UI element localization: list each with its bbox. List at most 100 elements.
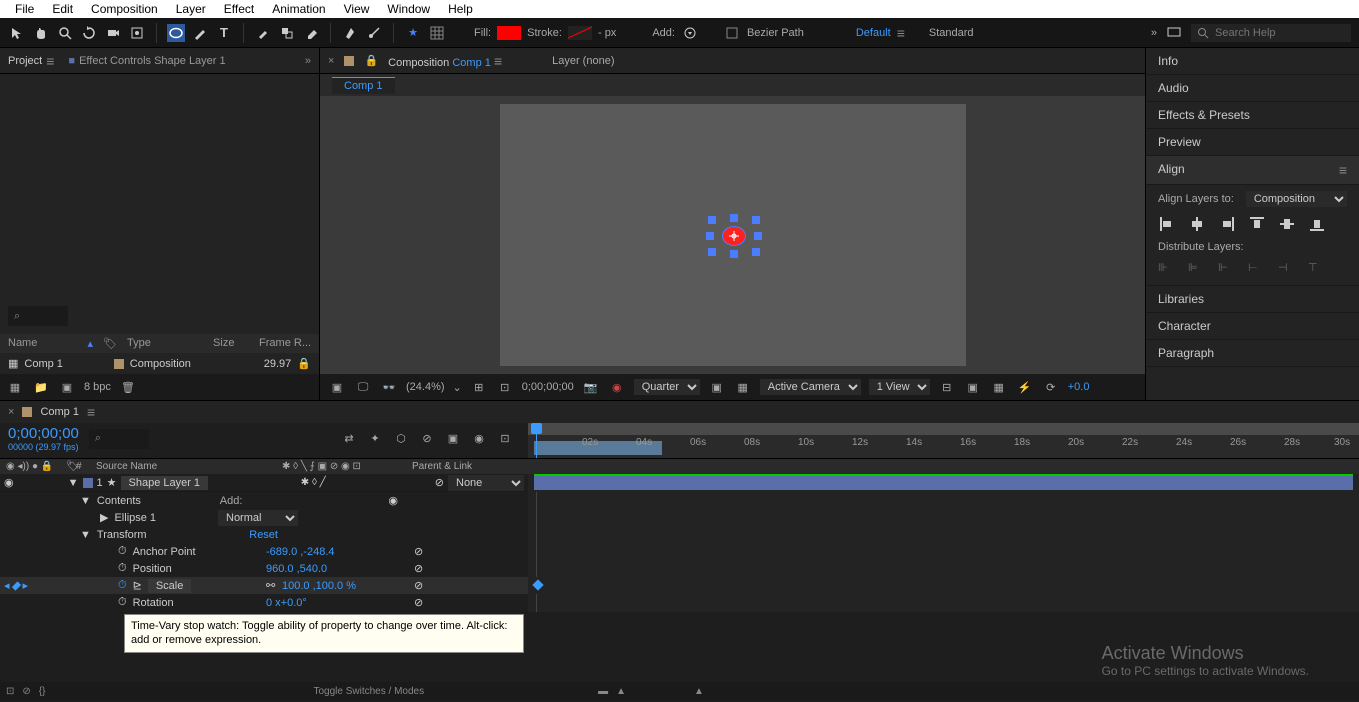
parent-pickwhip-icon[interactable]: ⊘ bbox=[435, 476, 444, 489]
roto-tool-icon[interactable] bbox=[341, 24, 359, 42]
new-comp-icon[interactable]: ▣ bbox=[58, 378, 76, 396]
anchor-value[interactable]: -689.0 ,-248.4 bbox=[266, 546, 335, 558]
viewer-opt-icon[interactable]: ⊟ bbox=[938, 378, 956, 396]
views-select[interactable]: 1 View bbox=[869, 379, 930, 395]
playhead[interactable] bbox=[536, 423, 537, 458]
rotate-tool-icon[interactable] bbox=[80, 24, 98, 42]
overflow-icon[interactable]: » bbox=[1151, 27, 1157, 39]
refresh-icon[interactable]: ⟳ bbox=[1042, 378, 1060, 396]
tl-icon-5[interactable]: ▣ bbox=[444, 430, 462, 448]
channels-icon[interactable]: ◉ bbox=[608, 378, 626, 396]
twirl-right-icon[interactable]: ▶ bbox=[100, 511, 108, 524]
twirl-down-icon[interactable]: ▼ bbox=[80, 529, 91, 541]
panel-character[interactable]: Character bbox=[1146, 313, 1359, 340]
menu-animation[interactable]: Animation bbox=[263, 2, 334, 16]
twirl-down-icon[interactable]: ▼ bbox=[80, 495, 91, 507]
region-icon[interactable]: ▣ bbox=[708, 378, 726, 396]
grid-overlay-icon[interactable]: ⊞ bbox=[470, 378, 488, 396]
interpret-footage-icon[interactable]: ▦ bbox=[6, 378, 24, 396]
reset-link[interactable]: Reset bbox=[249, 529, 278, 541]
stroke-px[interactable]: - px bbox=[598, 27, 616, 39]
layer-row-1[interactable]: ◉ ▼ 1 ★ Shape Layer 1 ✱ ◊ ╱ ⊘ None bbox=[0, 474, 1359, 492]
prev-keyframe-icon[interactable]: ◂ bbox=[4, 579, 10, 592]
current-timecode[interactable]: 0;00;00;00 bbox=[8, 425, 79, 442]
expression-pickwhip-icon[interactable]: ⊘ bbox=[414, 596, 423, 609]
layer-name[interactable]: Shape Layer 1 bbox=[121, 476, 209, 490]
keyframe-marker[interactable] bbox=[532, 579, 543, 590]
effect-controls-tab[interactable]: ■ Effect Controls Shape Layer 1 bbox=[68, 55, 225, 67]
anchor-point-prop[interactable]: Anchor Point bbox=[133, 546, 196, 558]
panel-preview[interactable]: Preview bbox=[1146, 129, 1359, 156]
menu-file[interactable]: File bbox=[6, 2, 43, 16]
clone-tool-icon[interactable] bbox=[278, 24, 296, 42]
layout-standard[interactable]: Standard bbox=[929, 27, 974, 39]
tl-footer-icon-1[interactable]: ⊡ bbox=[6, 686, 14, 697]
align-hcenter-icon[interactable] bbox=[1188, 215, 1206, 233]
new-folder-icon[interactable]: 📁 bbox=[32, 378, 50, 396]
guides-icon[interactable]: ⊡ bbox=[496, 378, 514, 396]
zoom-dropdown-icon[interactable]: ⌄ bbox=[453, 381, 462, 394]
stroke-swatch[interactable] bbox=[568, 26, 592, 40]
timeline-tab-menu-icon[interactable]: ≡ bbox=[87, 404, 95, 420]
align-bottom-icon[interactable] bbox=[1308, 215, 1326, 233]
camera-select[interactable]: Active Camera bbox=[760, 379, 861, 395]
toggle-switches-button[interactable]: Toggle Switches / Modes bbox=[313, 686, 424, 697]
position-prop[interactable]: Position bbox=[133, 563, 172, 575]
align-menu-icon[interactable]: ≡ bbox=[1339, 162, 1347, 178]
snapshot-icon[interactable]: 📷 bbox=[582, 378, 600, 396]
selected-shape[interactable] bbox=[708, 216, 760, 256]
viewer-time[interactable]: 0;00;00;00 bbox=[522, 381, 574, 393]
expression-pickwhip-icon[interactable]: ⊘ bbox=[414, 562, 423, 575]
blend-mode-select[interactable]: Normal bbox=[218, 510, 298, 526]
layer-duration-bar[interactable] bbox=[534, 476, 1353, 490]
panel-audio[interactable]: Audio bbox=[1146, 75, 1359, 102]
menu-help[interactable]: Help bbox=[439, 2, 482, 16]
ellipse-shape[interactable] bbox=[722, 226, 746, 246]
composition-canvas[interactable] bbox=[500, 104, 966, 366]
selection-tool-icon[interactable] bbox=[8, 24, 26, 42]
viewer-subtab-comp1[interactable]: Comp 1 bbox=[332, 77, 395, 94]
position-value[interactable]: 960.0 ,540.0 bbox=[266, 563, 327, 575]
timeline-search[interactable] bbox=[89, 429, 149, 449]
add-menu-icon[interactable] bbox=[681, 24, 699, 42]
tl-icon-4[interactable]: ⊘ bbox=[418, 430, 436, 448]
zoom-in-icon[interactable]: ▲ bbox=[694, 686, 704, 697]
resolution-select[interactable]: Quarter bbox=[634, 379, 700, 395]
ellipse-group[interactable]: Ellipse 1 bbox=[114, 512, 156, 524]
tl-icon-6[interactable]: ◉ bbox=[470, 430, 488, 448]
tl-icon-2[interactable]: ✦ bbox=[366, 430, 384, 448]
transform-group[interactable]: Transform bbox=[97, 529, 147, 541]
text-tool-icon[interactable]: T bbox=[215, 24, 233, 42]
panel-paragraph[interactable]: Paragraph bbox=[1146, 340, 1359, 367]
viewer-opt4-icon[interactable]: ⚡ bbox=[1016, 378, 1034, 396]
align-left-icon[interactable] bbox=[1158, 215, 1176, 233]
display-icon[interactable]: 🖵 bbox=[354, 378, 372, 396]
constrain-icon[interactable]: ⚯ bbox=[266, 579, 275, 592]
transparency-icon[interactable]: ▦ bbox=[734, 378, 752, 396]
add-menu-icon[interactable]: ◉ bbox=[388, 494, 398, 507]
timeline-tab-comp1[interactable]: Comp 1 bbox=[40, 406, 79, 418]
project-item-comp1[interactable]: ▦ Comp 1 Composition 29.97 🔒 bbox=[0, 353, 319, 374]
timeline-close-icon[interactable]: × bbox=[8, 406, 14, 418]
viewer-close-icon[interactable]: × bbox=[328, 55, 334, 67]
align-right-icon[interactable] bbox=[1218, 215, 1236, 233]
layer-tab[interactable]: Layer (none) bbox=[552, 55, 614, 67]
align-vcenter-icon[interactable] bbox=[1278, 215, 1296, 233]
scale-value[interactable]: 100.0 ,100.0 % bbox=[282, 580, 356, 592]
time-ruler[interactable]: 02s 04s 06s 08s 10s 12s 14s 16s 18s 20s … bbox=[528, 423, 1359, 459]
rotation-value[interactable]: 0 x+0.0° bbox=[266, 597, 307, 609]
star-icon[interactable]: ★ bbox=[404, 24, 422, 42]
align-top-icon[interactable] bbox=[1248, 215, 1266, 233]
zoom-slider-icon[interactable]: ▲ bbox=[616, 686, 626, 697]
rotation-prop[interactable]: Rotation bbox=[133, 597, 174, 609]
search-input[interactable] bbox=[1191, 24, 1351, 42]
graph-icon[interactable]: ⊵ bbox=[133, 579, 142, 592]
menu-window[interactable]: Window bbox=[378, 2, 439, 16]
panel-libraries[interactable]: Libraries bbox=[1146, 286, 1359, 313]
menu-edit[interactable]: Edit bbox=[43, 2, 82, 16]
ellipse-tool-icon[interactable] bbox=[167, 24, 185, 42]
viewer-opt3-icon[interactable]: ▦ bbox=[990, 378, 1008, 396]
menu-effect[interactable]: Effect bbox=[215, 2, 263, 16]
magnify-icon[interactable]: ▣ bbox=[328, 378, 346, 396]
expression-pickwhip-icon[interactable]: ⊘ bbox=[414, 545, 423, 558]
